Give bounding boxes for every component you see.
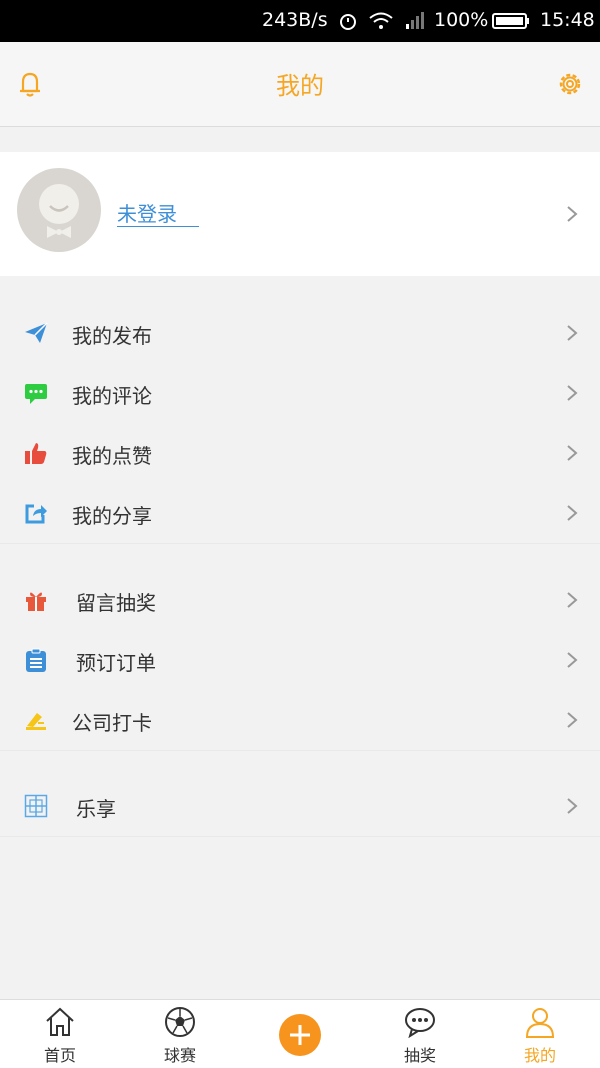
chevron-right-icon [567, 798, 578, 814]
menu-item-my-posts[interactable]: 我的发布 [0, 303, 600, 364]
chevron-right-icon [567, 445, 578, 461]
menu-item-company-checkin[interactable]: 公司打卡 [0, 690, 600, 751]
clipboard-icon [26, 648, 46, 672]
chevron-right-icon [567, 592, 578, 608]
chevron-right-icon [567, 652, 578, 668]
user-icon [525, 1008, 555, 1038]
gear-icon[interactable] [553, 67, 587, 101]
menu-item-booking-orders[interactable]: 预订订单 [0, 630, 600, 691]
gift-icon [26, 592, 46, 611]
menu-item-label: 预订订单 [76, 651, 156, 675]
top-header: 我的 [0, 42, 600, 127]
tab-label: 球赛 [163, 1046, 196, 1065]
tab-matches[interactable]: 球赛 [120, 1000, 240, 1068]
soccer-ball-icon [165, 1007, 195, 1037]
menu-item-label: 我的分享 [72, 504, 152, 528]
paper-plane-icon [25, 322, 48, 343]
menu-item-label: 留言抽奖 [76, 591, 156, 615]
chevron-right-icon [567, 505, 578, 521]
network-speed: 243B/s [262, 9, 328, 31]
profile-card[interactable]: 未登录 [0, 152, 600, 276]
thumbs-up-icon [25, 443, 47, 464]
home-icon [46, 1007, 74, 1036]
plus-icon [290, 1025, 310, 1045]
share-icon [25, 504, 47, 524]
menu-item-label: 乐享 [76, 797, 116, 821]
chevron-right-icon [567, 712, 578, 728]
menu-item-message-lottery[interactable]: 留言抽奖 [0, 570, 600, 631]
tab-lottery[interactable]: 抽奖 [360, 1000, 480, 1068]
status-bar: 243B/s 100% 15:48 [0, 0, 600, 42]
menu-item-lexiang[interactable]: 乐享 [0, 776, 600, 837]
tab-label: 抽奖 [403, 1046, 436, 1065]
wifi-icon [369, 12, 393, 29]
chevron-right-icon [567, 206, 578, 222]
tab-label: 我的 [523, 1046, 556, 1065]
grid-icon [24, 794, 48, 818]
bottom-tab-bar: 首页 球赛 抽奖 我的 [0, 999, 600, 1068]
battery-icon [492, 13, 529, 29]
chevron-right-icon [567, 385, 578, 401]
menu-item-label: 我的发布 [72, 324, 152, 348]
chat-bubble-icon [405, 1008, 435, 1038]
tab-label: 首页 [43, 1046, 76, 1065]
default-avatar-icon [39, 184, 79, 238]
avatar[interactable] [17, 168, 101, 252]
menu-item-label: 公司打卡 [72, 711, 152, 735]
menu-item-label: 我的点赞 [72, 444, 152, 468]
login-link[interactable]: 未登录 [117, 202, 199, 227]
comment-icon [25, 384, 47, 404]
menu-item-my-shares[interactable]: 我的分享 [0, 483, 600, 544]
menu-item-label: 我的评论 [72, 384, 152, 408]
add-button[interactable] [279, 1014, 321, 1056]
alarm-icon [340, 14, 356, 30]
battery-percent: 100% [434, 9, 489, 31]
chevron-right-icon [567, 325, 578, 341]
menu-item-my-comments[interactable]: 我的评论 [0, 363, 600, 424]
page-title: 我的 [276, 72, 324, 100]
tab-home[interactable]: 首页 [0, 1000, 120, 1068]
checkin-icon [26, 713, 46, 730]
clock: 15:48 [540, 9, 595, 31]
menu-item-my-likes[interactable]: 我的点赞 [0, 423, 600, 484]
tab-mine[interactable]: 我的 [480, 1000, 600, 1068]
signal-icon [406, 12, 424, 29]
